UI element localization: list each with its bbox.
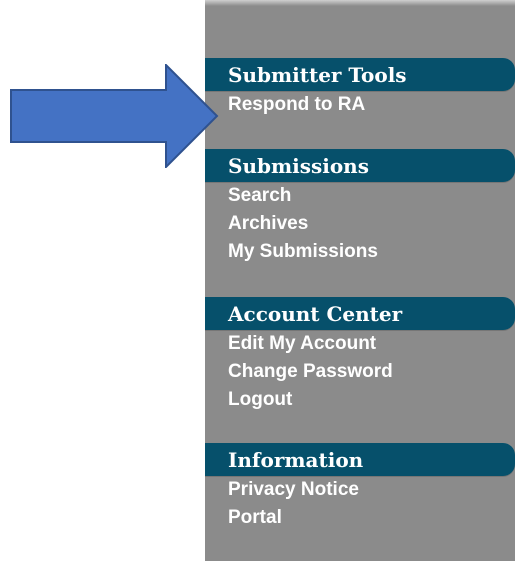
section-title: Account Center: [228, 302, 403, 326]
section-submissions: Submissions Search Archives My Submissio…: [205, 149, 515, 266]
respond-to-ra-link[interactable]: Respond to RA: [205, 91, 515, 119]
section-header-submitter-tools: Submitter Tools: [205, 58, 515, 91]
account-center-links: Edit My Account Change Password Logout: [205, 330, 515, 414]
change-password-link[interactable]: Change Password: [205, 358, 515, 386]
section-title: Submissions: [228, 154, 369, 178]
sidebar-top-shade: [205, 0, 515, 6]
section-title: Information: [228, 448, 364, 472]
section-header-submissions: Submissions: [205, 149, 515, 182]
archives-link[interactable]: Archives: [205, 210, 515, 238]
portal-link[interactable]: Portal: [205, 504, 515, 532]
section-header-account-center: Account Center: [205, 297, 515, 330]
section-title: Submitter Tools: [228, 63, 407, 87]
privacy-notice-link[interactable]: Privacy Notice: [205, 476, 515, 504]
right-arrow-icon: [10, 64, 219, 168]
my-submissions-link[interactable]: My Submissions: [205, 238, 515, 266]
section-submitter-tools: Submitter Tools Respond to RA: [205, 58, 515, 119]
information-links: Privacy Notice Portal: [205, 476, 515, 532]
submitter-tools-links: Respond to RA: [205, 91, 515, 119]
sidebar: Submitter Tools Respond to RA Submission…: [205, 0, 515, 561]
section-header-information: Information: [205, 443, 515, 476]
page: Submitter Tools Respond to RA Submission…: [0, 0, 515, 561]
submissions-links: Search Archives My Submissions: [205, 182, 515, 266]
section-account-center: Account Center Edit My Account Change Pa…: [205, 297, 515, 414]
edit-my-account-link[interactable]: Edit My Account: [205, 330, 515, 358]
section-information: Information Privacy Notice Portal: [205, 443, 515, 532]
logout-link[interactable]: Logout: [205, 386, 515, 414]
search-link[interactable]: Search: [205, 182, 515, 210]
